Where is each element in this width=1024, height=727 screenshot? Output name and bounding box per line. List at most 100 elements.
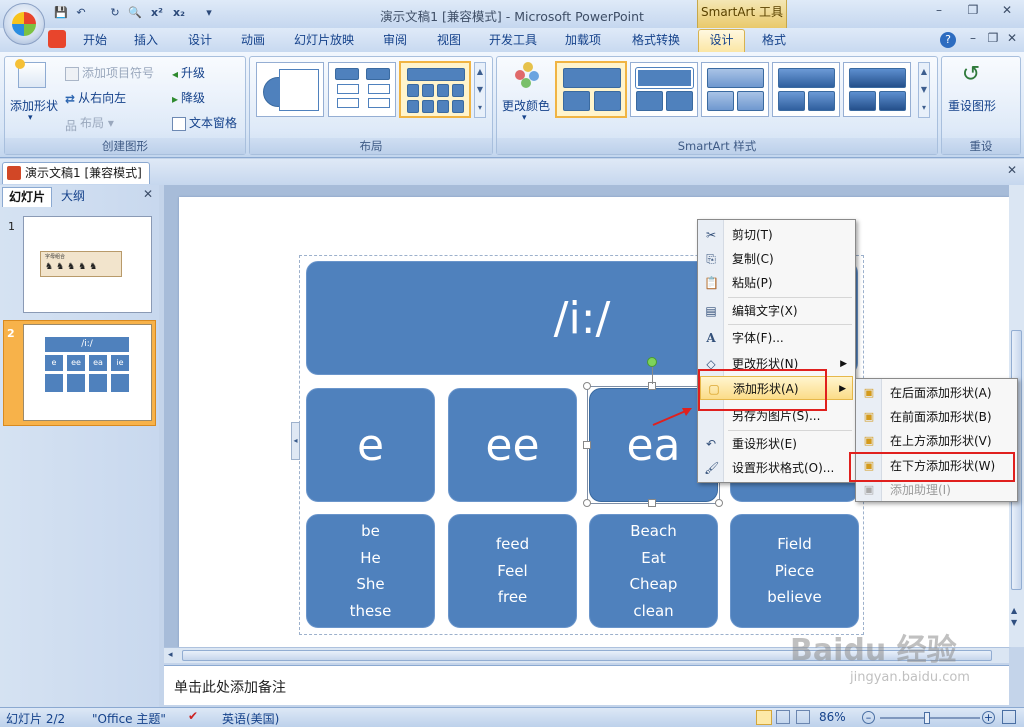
bullet-icon (65, 66, 79, 81)
language-indicator[interactable]: 英语(美国) (222, 710, 279, 727)
right-to-left-button[interactable]: ⇄ 从右向左 (65, 89, 126, 106)
help-icon[interactable]: ? (940, 32, 956, 48)
slides-pane-close-icon[interactable]: ✕ (140, 187, 156, 205)
add-shape-icon[interactable] (15, 59, 46, 88)
change-colors-dropdown-icon[interactable]: ▾ (522, 113, 527, 123)
subscript-icon[interactable]: x₂ (170, 6, 188, 22)
reset-graphic-button[interactable]: 重设图形 (948, 97, 996, 114)
qat-customize-icon[interactable]: ▾ (200, 6, 218, 22)
smartart-level2-shape[interactable]: ee (448, 388, 577, 502)
smartart-level3-shape[interactable]: feed Feel free (448, 514, 577, 628)
watermark-brand: Baidu 经验 (790, 633, 957, 668)
smartart-level3-shape[interactable]: Field Piece believe (730, 514, 859, 628)
resize-handle[interactable] (583, 382, 591, 390)
fit-to-window-icon[interactable] (1002, 710, 1016, 724)
tab-outline[interactable]: 大纲 (55, 187, 91, 207)
submenu-add-shape-after[interactable]: ▣ 在后面添加形状(A) (856, 381, 1017, 405)
zoom-level[interactable]: 86% (819, 710, 846, 724)
tab-addins[interactable]: 加载项 (563, 31, 603, 51)
slide-thumb-2[interactable]: /i:/ e ee ea ie (23, 324, 152, 421)
tab-insert[interactable]: 插入 (131, 31, 161, 51)
tab-slideshow[interactable]: 幻灯片放映 (292, 31, 356, 51)
tab-slides[interactable]: 幻灯片 (2, 187, 53, 207)
scroll-left-icon[interactable]: ◂ (168, 650, 173, 660)
style-thumb-4[interactable] (772, 62, 840, 117)
right-to-left-label: 从右向左 (78, 91, 127, 105)
document-tab[interactable]: 演示文稿1 [兼容模式] (2, 162, 150, 184)
menu-item-paste[interactable]: 📋 粘贴(P) (698, 271, 855, 295)
tab-developer[interactable]: 开发工具 (487, 31, 539, 51)
doc-tab-close-icon[interactable]: ✕ (1004, 163, 1020, 181)
restore-icon[interactable]: ❐ (962, 3, 984, 21)
menu-item-edit-text[interactable]: ▤ 编辑文字(X) (698, 299, 855, 323)
style-thumb-1-selected[interactable] (555, 61, 627, 118)
doc-close-icon[interactable]: ✕ (1001, 31, 1023, 49)
tab-design[interactable]: 设计 (185, 31, 215, 51)
superscript-icon[interactable]: x² (148, 6, 166, 22)
zoom-in-icon[interactable]: + (982, 711, 995, 724)
resize-handle[interactable] (648, 499, 656, 507)
tab-review[interactable]: 审阅 (380, 31, 410, 51)
smartart-level3-shape[interactable]: be He She these (306, 514, 435, 628)
close-icon[interactable]: ✕ (996, 3, 1018, 21)
office-button[interactable] (3, 3, 45, 45)
styles-gallery-scroll[interactable]: ▲ ▼ ▾ (918, 62, 930, 118)
watermark-url: jingyan.baidu.com (850, 670, 970, 685)
office-logo-icon (12, 12, 36, 36)
menu-item-font[interactable]: A 字体(F)... (698, 326, 855, 350)
zoom-out-icon[interactable]: – (862, 711, 875, 724)
tab-home[interactable]: 开始 (80, 31, 110, 51)
text-pane-button[interactable]: 文本窗格 (172, 114, 237, 131)
style-thumb-2[interactable] (630, 62, 698, 117)
layout-thumb-2[interactable] (328, 62, 396, 117)
undo-icon[interactable]: ↶ (72, 6, 90, 22)
prev-next-slide-icons[interactable]: ▲ ▼ (1011, 605, 1017, 629)
style-thumb-3[interactable] (701, 62, 769, 117)
zoom-slider[interactable] (880, 717, 980, 719)
slide-counter: 幻灯片 2/2 (6, 712, 66, 726)
tab-view[interactable]: 视图 (434, 31, 464, 51)
slide-sorter-icon[interactable] (776, 710, 790, 724)
smartart-level3-shape[interactable]: Beach Eat Cheap clean (589, 514, 718, 628)
tab-format-convert[interactable]: 格式转换 (629, 31, 683, 51)
spellcheck-icon[interactable]: ✔ (188, 709, 198, 723)
resize-handle[interactable] (583, 499, 591, 507)
resize-handle[interactable] (583, 441, 591, 449)
group-label: 创建图形 (5, 138, 245, 154)
tab-smartart-design[interactable]: 设计 (698, 29, 745, 52)
word: free (497, 588, 528, 607)
normal-view-icon[interactable] (756, 710, 772, 725)
menu-item-reset-shape[interactable]: ↶ 重设形状(E) (698, 432, 855, 456)
redo-icon[interactable]: ↻ (106, 6, 124, 22)
change-colors-button[interactable]: 更改颜色 (502, 97, 550, 114)
submenu-add-shape-before[interactable]: ▣ 在前面添加形状(B) (856, 405, 1017, 429)
tab-animations[interactable]: 动画 (238, 31, 268, 51)
minimize-icon[interactable]: – (928, 3, 950, 21)
submenu-add-shape-above[interactable]: ▣ 在上方添加形状(V) (856, 429, 1017, 453)
promote-button[interactable]: ◂ 升级 (172, 64, 205, 81)
add-shape-dropdown-icon[interactable]: ▾ (28, 113, 33, 123)
print-preview-icon[interactable]: 🔍 (126, 6, 144, 22)
menu-item-format-shape[interactable]: 🖌 设置形状格式(O)... (698, 456, 855, 480)
menu-item-copy[interactable]: ⎘ 复制(C) (698, 247, 855, 271)
save-icon[interactable]: 💾 (52, 6, 70, 22)
layout-thumb-3-selected[interactable] (399, 61, 471, 118)
slide-thumb-1[interactable]: 字母组合 ♞♞♞♞♞ (23, 216, 152, 313)
doc-minimize-icon[interactable]: – (962, 31, 984, 49)
reset-graphic-icon[interactable]: ↺ (956, 62, 986, 90)
tab-smartart-format[interactable]: 格式 (759, 31, 789, 51)
palette-icon[interactable] (513, 62, 541, 90)
slideshow-view-icon[interactable] (796, 710, 810, 724)
menu-item-cut[interactable]: ✂ 剪切(T) (698, 223, 855, 247)
zoom-slider-thumb[interactable] (924, 712, 930, 724)
add-shape-button[interactable]: 添加形状 (10, 97, 58, 114)
slide-number-2: 2 (7, 327, 15, 340)
demote-button[interactable]: ▸ 降级 (172, 89, 205, 106)
resize-handle[interactable] (715, 499, 723, 507)
smartart-level2-shape[interactable]: e (306, 388, 435, 502)
layout-thumb-1[interactable] (256, 62, 324, 117)
layouts-gallery-scroll[interactable]: ▲ ▼ ▾ (474, 62, 486, 118)
style-thumb-5[interactable] (843, 62, 911, 117)
text-pane-toggle-icon[interactable]: ◂ (291, 422, 300, 460)
acrobat-icon[interactable] (48, 30, 66, 48)
